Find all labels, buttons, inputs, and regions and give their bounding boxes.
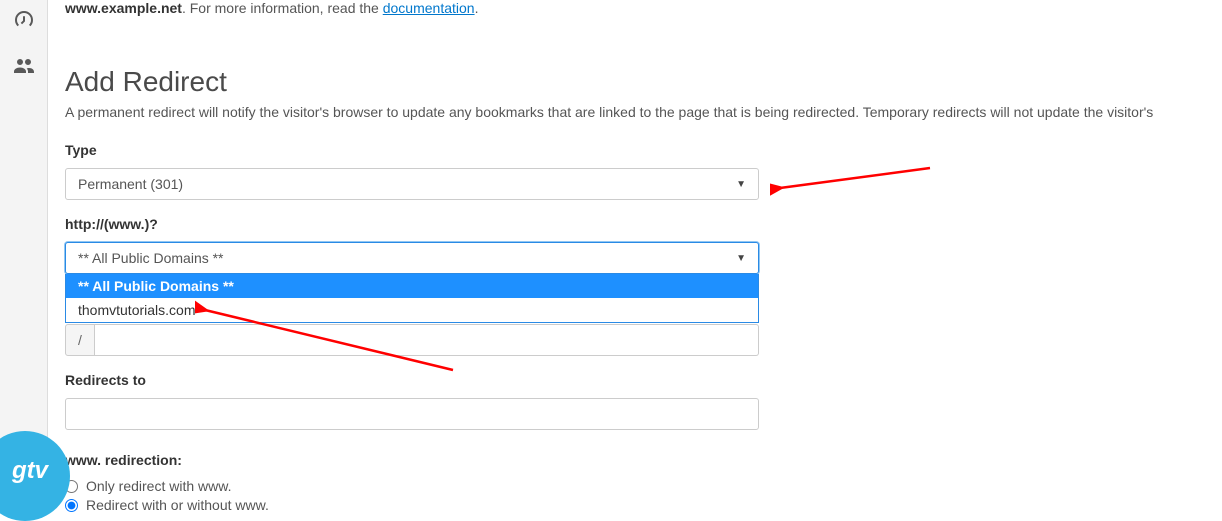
- type-select[interactable]: Permanent (301) ▼: [65, 168, 759, 200]
- page-title: Add Redirect: [65, 66, 1222, 98]
- intro-text: www.example.net. For more information, r…: [65, 0, 1222, 16]
- www-radio-both[interactable]: [65, 499, 78, 512]
- path-row: /: [65, 324, 759, 356]
- redirects-to-input[interactable]: [65, 398, 759, 430]
- path-input[interactable]: [95, 324, 759, 356]
- www-redirection-label: www. redirection:: [65, 452, 1222, 468]
- sidebar: [0, 0, 48, 501]
- www-option-only-label: Only redirect with www.: [86, 478, 231, 494]
- main-content: www.example.net. For more information, r…: [65, 0, 1222, 516]
- type-label: Type: [65, 142, 1222, 158]
- domain-option-thomvtutorials[interactable]: thomvtutorials.com: [66, 298, 758, 322]
- domain-select[interactable]: ** All Public Domains ** ▼: [65, 242, 759, 274]
- intro-bold: www.example.net: [65, 0, 182, 16]
- page-description: A permanent redirect will notify the vis…: [65, 104, 1222, 120]
- gtv-logo-badge: gtv: [0, 431, 70, 521]
- documentation-link[interactable]: documentation: [383, 0, 475, 16]
- redirects-to-label: Redirects to: [65, 372, 1222, 388]
- www-option-both-label: Redirect with or without www.: [86, 497, 269, 513]
- type-selected-value: Permanent (301): [78, 176, 183, 192]
- domain-label: http://(www.)?: [65, 216, 1222, 232]
- domain-dropdown: ** All Public Domains ** thomvtutorials.…: [65, 274, 759, 323]
- users-icon[interactable]: [0, 46, 48, 86]
- www-option-only[interactable]: Only redirect with www.: [65, 478, 1222, 494]
- domain-selected-value: ** All Public Domains **: [78, 250, 224, 266]
- chevron-down-icon: ▼: [736, 253, 746, 264]
- intro-rest: . For more information, read the: [182, 0, 383, 16]
- path-prefix: /: [65, 324, 95, 356]
- dashboard-icon[interactable]: [0, 0, 48, 40]
- domain-option-all[interactable]: ** All Public Domains **: [66, 274, 758, 298]
- intro-suffix: .: [475, 0, 479, 16]
- www-option-both[interactable]: Redirect with or without www.: [65, 497, 1222, 513]
- gtv-logo-text: gtv: [12, 457, 48, 485]
- chevron-down-icon: ▼: [736, 179, 746, 190]
